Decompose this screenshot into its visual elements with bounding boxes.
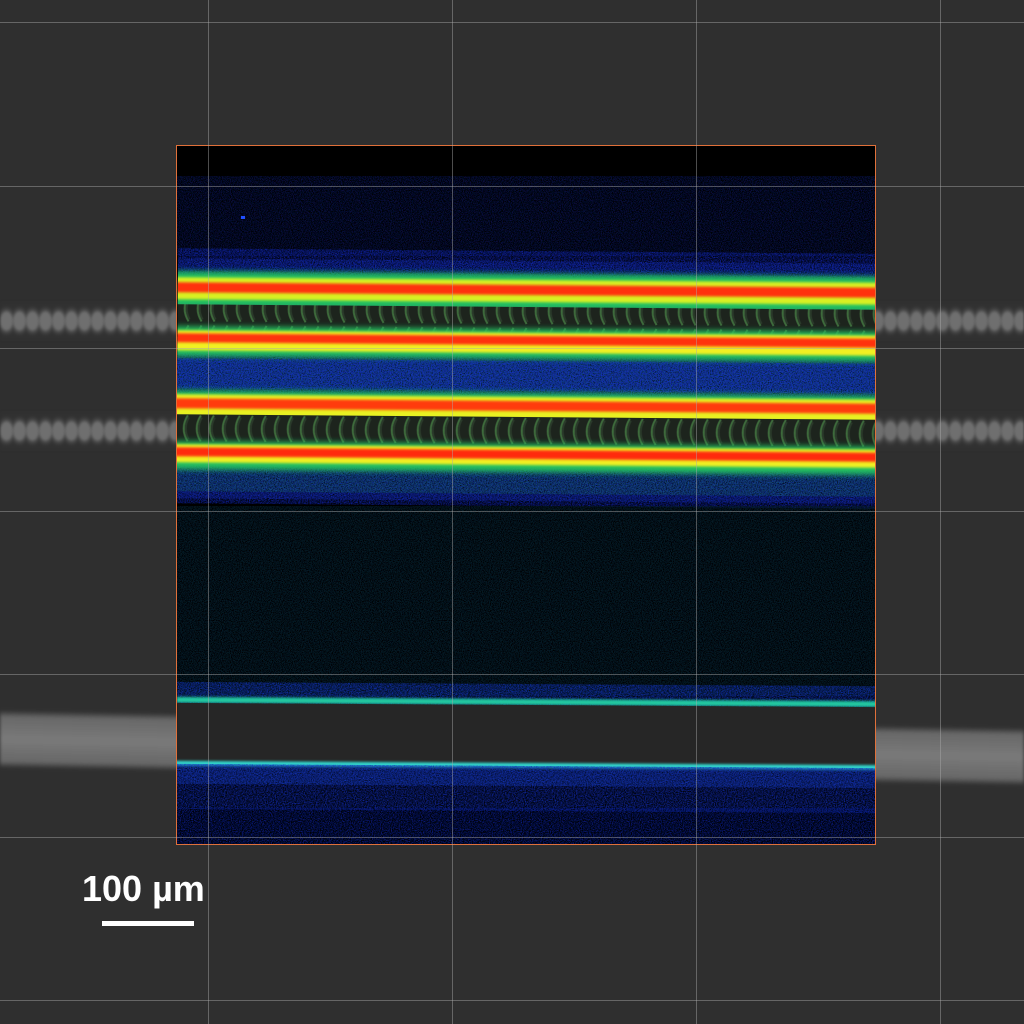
- fluorescence-intensity-map: [176, 145, 876, 845]
- upper-channel-signal: [177, 248, 875, 509]
- intensity-map-svg: [177, 176, 875, 844]
- scale-bar: [102, 921, 194, 926]
- microscopy-view: 100 µm: [0, 0, 1024, 1024]
- top-background-noise: [177, 176, 875, 256]
- grid-line-vertical: [940, 0, 941, 1024]
- grid-line-horizontal: [0, 22, 1024, 23]
- bright-pixel: [241, 216, 245, 219]
- scale-bar-label: 100 µm: [82, 868, 205, 909]
- lower-channel-signal: [177, 681, 875, 814]
- bottom-background-noise: [177, 808, 875, 844]
- grid-line-horizontal: [0, 1000, 1024, 1001]
